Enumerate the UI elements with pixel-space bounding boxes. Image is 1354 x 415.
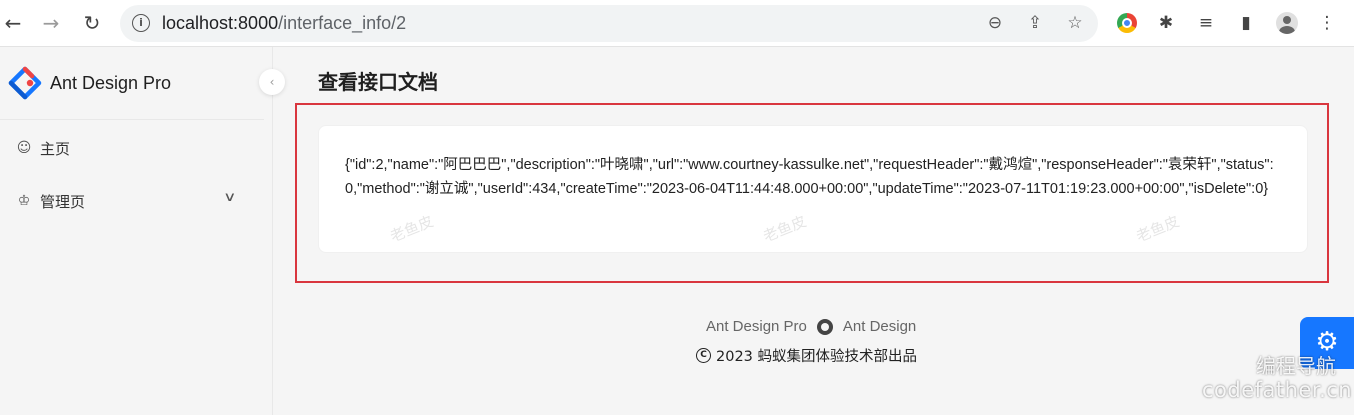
crown-icon: ♔ xyxy=(17,193,31,209)
profile-icon[interactable] xyxy=(1275,11,1299,35)
copyright: C 2023 蚂蚁集团体验技术部出品 xyxy=(696,345,917,366)
sidebar-item-label: 管理页 xyxy=(40,192,86,211)
ant-design-logo-icon xyxy=(8,66,42,100)
url-path: /interface_info/2 xyxy=(278,13,407,33)
site-watermark-url: codefather.cn xyxy=(1202,378,1353,402)
kebab-menu-icon[interactable]: ⋮ xyxy=(1315,11,1339,35)
zoom-icon[interactable]: ⊖ xyxy=(984,12,1006,34)
highlight-box xyxy=(295,103,1329,283)
puzzle-icon[interactable]: ✱ xyxy=(1154,11,1178,35)
sidebar-item-admin[interactable]: ♔ 管理页 xyxy=(16,188,85,214)
bookmark-star-icon[interactable]: ☆ xyxy=(1064,12,1086,34)
brand[interactable]: Ant Design Pro xyxy=(8,66,172,100)
collapse-sidebar-button[interactable]: ‹ xyxy=(259,69,285,95)
footer-links: Ant Design Pro Ant Design xyxy=(706,318,916,335)
copyright-icon: C xyxy=(696,348,711,363)
footer-link-ant-design-pro[interactable]: Ant Design Pro xyxy=(706,318,807,335)
copyright-text: 2023 蚂蚁集团体验技术部出品 xyxy=(716,349,918,365)
url-host: localhost:8000 xyxy=(162,13,279,33)
reload-icon[interactable]: ↻ xyxy=(79,10,105,36)
sidebar-divider xyxy=(0,119,264,120)
page-title: 查看接口文档 xyxy=(318,70,438,94)
share-icon[interactable]: ⇪ xyxy=(1024,12,1046,34)
footer-link-ant-design[interactable]: Ant Design xyxy=(843,318,916,335)
smile-icon: ☺ xyxy=(16,140,32,156)
browser-toolbar: ← → ↻ i localhost:8000/interface_info/2 … xyxy=(0,0,1354,47)
brand-title: Ant Design Pro xyxy=(50,72,172,93)
site-info-icon[interactable]: i xyxy=(132,14,150,32)
reading-list-icon[interactable]: ≡ xyxy=(1194,11,1218,35)
forward-arrow-icon[interactable]: → xyxy=(38,10,64,36)
github-icon[interactable] xyxy=(816,318,833,335)
sidebar: Ant Design Pro ‹ ☺ 主页 ♔ 管理页 ∨ xyxy=(0,47,285,415)
url-text[interactable]: localhost:8000/interface_info/2 xyxy=(162,13,406,34)
site-watermark: 编程导航 xyxy=(1256,354,1336,378)
sidebar-item-label: 主页 xyxy=(40,139,71,158)
chevron-down-icon[interactable]: ∨ xyxy=(223,190,236,205)
chrome-extension-icon[interactable] xyxy=(1115,11,1139,35)
side-panel-icon[interactable]: ▮ xyxy=(1234,11,1258,35)
sidebar-item-home[interactable]: ☺ 主页 xyxy=(16,135,70,161)
back-arrow-icon[interactable]: ← xyxy=(0,10,26,36)
address-bar[interactable]: i localhost:8000/interface_info/2 ⊖ ⇪ ☆ xyxy=(120,5,1098,42)
